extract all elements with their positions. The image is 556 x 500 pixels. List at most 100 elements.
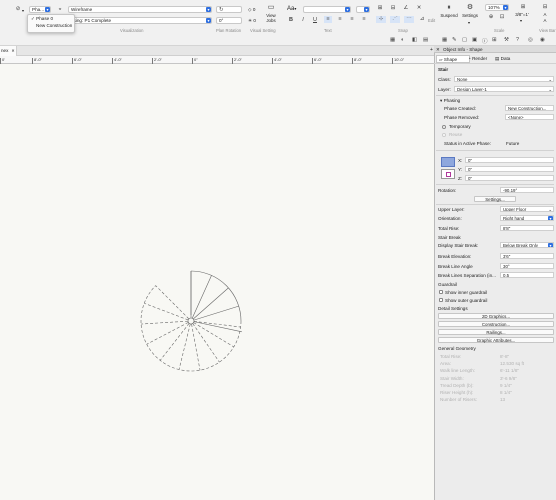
break-separation-field[interactable]: 0.5 — [500, 272, 554, 278]
z-field[interactable]: 0" — [465, 175, 554, 181]
gear-icon[interactable]: ⚙ — [465, 4, 475, 11]
font-size-button[interactable]: Aa▾ — [287, 6, 296, 12]
divider — [436, 184, 554, 185]
pause-icon[interactable]: ⏸ — [444, 4, 454, 11]
snap-edge-icon[interactable]: ⊿ — [418, 16, 426, 23]
chevron-down-icon: ▾ — [345, 7, 350, 12]
temporary-radio[interactable] — [442, 125, 446, 129]
snap-grid-icon[interactable]: ⊞ — [376, 5, 384, 12]
close-icon[interactable]: ✕ — [11, 48, 14, 53]
snap-angle-icon[interactable]: ∠ — [402, 5, 410, 12]
rotation-value-field[interactable]: 0° — [216, 17, 242, 24]
diamond-icon: ◇ — [248, 7, 252, 12]
layers-icon[interactable]: ⊘ — [14, 6, 22, 13]
bold-icon[interactable]: B — [288, 17, 294, 24]
add-tab-icon[interactable]: + — [430, 47, 433, 53]
font-select[interactable]: ▾ — [303, 6, 351, 13]
view-jobs-icon[interactable]: ▭ — [266, 4, 276, 11]
snap-distance-icon[interactable]: ⋯ — [404, 16, 414, 23]
upper-layer-select[interactable]: Upper Floor ⌄ — [500, 206, 554, 212]
inner-guardrail-checkbox[interactable] — [439, 290, 443, 294]
snap-tangent-icon[interactable]: ⋰ — [390, 16, 400, 23]
phasing-heading[interactable]: ▾ Phasing — [440, 98, 460, 104]
align-center-icon[interactable]: ≡ — [336, 16, 344, 23]
chevron-down-icon: ▾ — [520, 18, 523, 23]
display-break-select[interactable]: Below Break Only ▾ — [500, 242, 554, 248]
plan-rotation-field[interactable]: ↻ — [216, 6, 242, 13]
snap-close-icon[interactable]: ✕ — [415, 5, 423, 12]
camera-icon[interactable]: ◧ — [412, 37, 417, 43]
render-mode-icon[interactable]: ◒ — [56, 6, 64, 13]
italic-icon[interactable]: I — [300, 17, 306, 24]
outer-guardrail-checkbox[interactable] — [439, 298, 443, 302]
total-rise-field[interactable]: 8'8" — [500, 225, 554, 231]
position-origin-icon[interactable] — [441, 169, 455, 179]
tools-icon[interactable]: ⚒ — [504, 37, 509, 43]
scale-icon[interactable]: ⊞ — [518, 4, 528, 11]
x-field[interactable]: 0" — [465, 157, 554, 163]
break-elevation-field[interactable]: 3'6" — [500, 253, 554, 259]
phase-filter-value: asing: P1 Complete — [71, 18, 112, 23]
palette-icon[interactable]: ✎ — [452, 37, 457, 43]
construction-button[interactable]: Construction... — [438, 321, 554, 327]
graphic-attributes-button[interactable]: Graphic Attributes... — [438, 337, 554, 343]
visual-setting-value[interactable]: ◇ 0 — [248, 7, 255, 13]
zoom-fit-icon[interactable]: ⊡ — [498, 14, 506, 21]
scale-value[interactable]: 3/8"=1' — [512, 12, 532, 17]
tab-shape[interactable]: ▱ Shape — [436, 55, 470, 63]
info-icon[interactable]: ⓘ — [482, 37, 488, 45]
document-tab[interactable]: nex ✕ — [0, 46, 17, 56]
resource-icon[interactable]: ⊞ — [492, 37, 497, 43]
phase-filter-select[interactable]: asing: P1 Complete ▾ — [68, 17, 212, 24]
railings-button[interactable]: Railings... — [438, 329, 554, 335]
phase-removed-label: Phase Removed: — [444, 115, 480, 120]
layers-panel-icon[interactable]: ▦ — [442, 37, 447, 43]
phase-created-select[interactable]: New Construction... — [505, 105, 554, 111]
visual-setting-value-2[interactable]: ☀ 0 — [248, 18, 256, 24]
font-size-select[interactable]: ▾ — [356, 6, 370, 13]
tab-data[interactable]: ▤ Data — [493, 55, 515, 63]
underline-icon[interactable]: U — [312, 17, 318, 24]
snap-smart-icon[interactable]: ⊹ — [376, 16, 386, 23]
phase-select[interactable]: Pha... ▾ — [29, 6, 51, 13]
phase-removed-select[interactable]: <None> — [505, 114, 554, 120]
rotation-field[interactable]: -90.19° — [500, 187, 554, 193]
help-icon[interactable]: ? — [516, 37, 519, 43]
phase-menu-item-0[interactable]: ✓ Phase 0 — [28, 15, 74, 22]
window-icon[interactable]: ▣ — [472, 37, 477, 43]
break-angle-field[interactable]: 30° — [500, 263, 554, 269]
align-left-icon[interactable]: ≡ — [324, 16, 332, 23]
zoom-select[interactable]: 107% ▾ — [485, 4, 509, 11]
geometry-row-label: Walk line Length: — [440, 368, 476, 374]
settings-button[interactable]: Settings... — [474, 196, 516, 202]
justify-icon[interactable]: ≡ — [360, 16, 368, 23]
target-icon[interactable]: ◎ — [528, 37, 533, 43]
tab-render[interactable]: ◔ Render — [466, 55, 492, 63]
render-mode-select[interactable]: Wireframe ▾ — [68, 6, 212, 13]
layer-label: Layer: — [438, 87, 451, 92]
y-label: Y: — [458, 167, 463, 172]
chevron-down-icon: ⌄ — [548, 207, 552, 212]
layer-select[interactable]: Design Layer-1 ⌄ — [454, 86, 554, 92]
zoom-in-icon[interactable]: ⊕ — [487, 14, 495, 21]
stair-drawing[interactable] — [0, 64, 434, 500]
graphics-2d-button[interactable]: 2D Graphics... — [438, 313, 554, 319]
panel-close-icon[interactable]: ✕ — [436, 47, 440, 53]
view-bar-group-label: View Bar — [539, 28, 556, 33]
orientation-select[interactable]: Right hand ▾ — [500, 215, 554, 221]
y-field[interactable]: 0" — [465, 166, 554, 172]
snap-object-icon[interactable]: ⊟ — [389, 5, 397, 12]
grid-toggle-icon[interactable]: ▤ — [423, 37, 428, 43]
position-grid-icon[interactable] — [441, 157, 455, 167]
class-select[interactable]: None ⌄ — [454, 76, 554, 82]
render-toggle-icon[interactable]: ◐ — [401, 37, 404, 43]
reuse-radio[interactable] — [442, 133, 446, 137]
align-right-icon[interactable]: ≡ — [348, 16, 356, 23]
view-toggle-icon[interactable]: ▦ — [390, 37, 395, 43]
ruler-label: 8'-0" — [34, 57, 42, 62]
eye-icon[interactable]: ◉ — [540, 37, 545, 43]
view-bar-icon[interactable]: ⊟ — [540, 4, 550, 11]
phase-menu-item-1[interactable]: New Construction — [28, 22, 74, 29]
stair-break-heading: Stair Break — [438, 235, 461, 240]
navigation-icon[interactable]: ▢ — [462, 37, 467, 43]
